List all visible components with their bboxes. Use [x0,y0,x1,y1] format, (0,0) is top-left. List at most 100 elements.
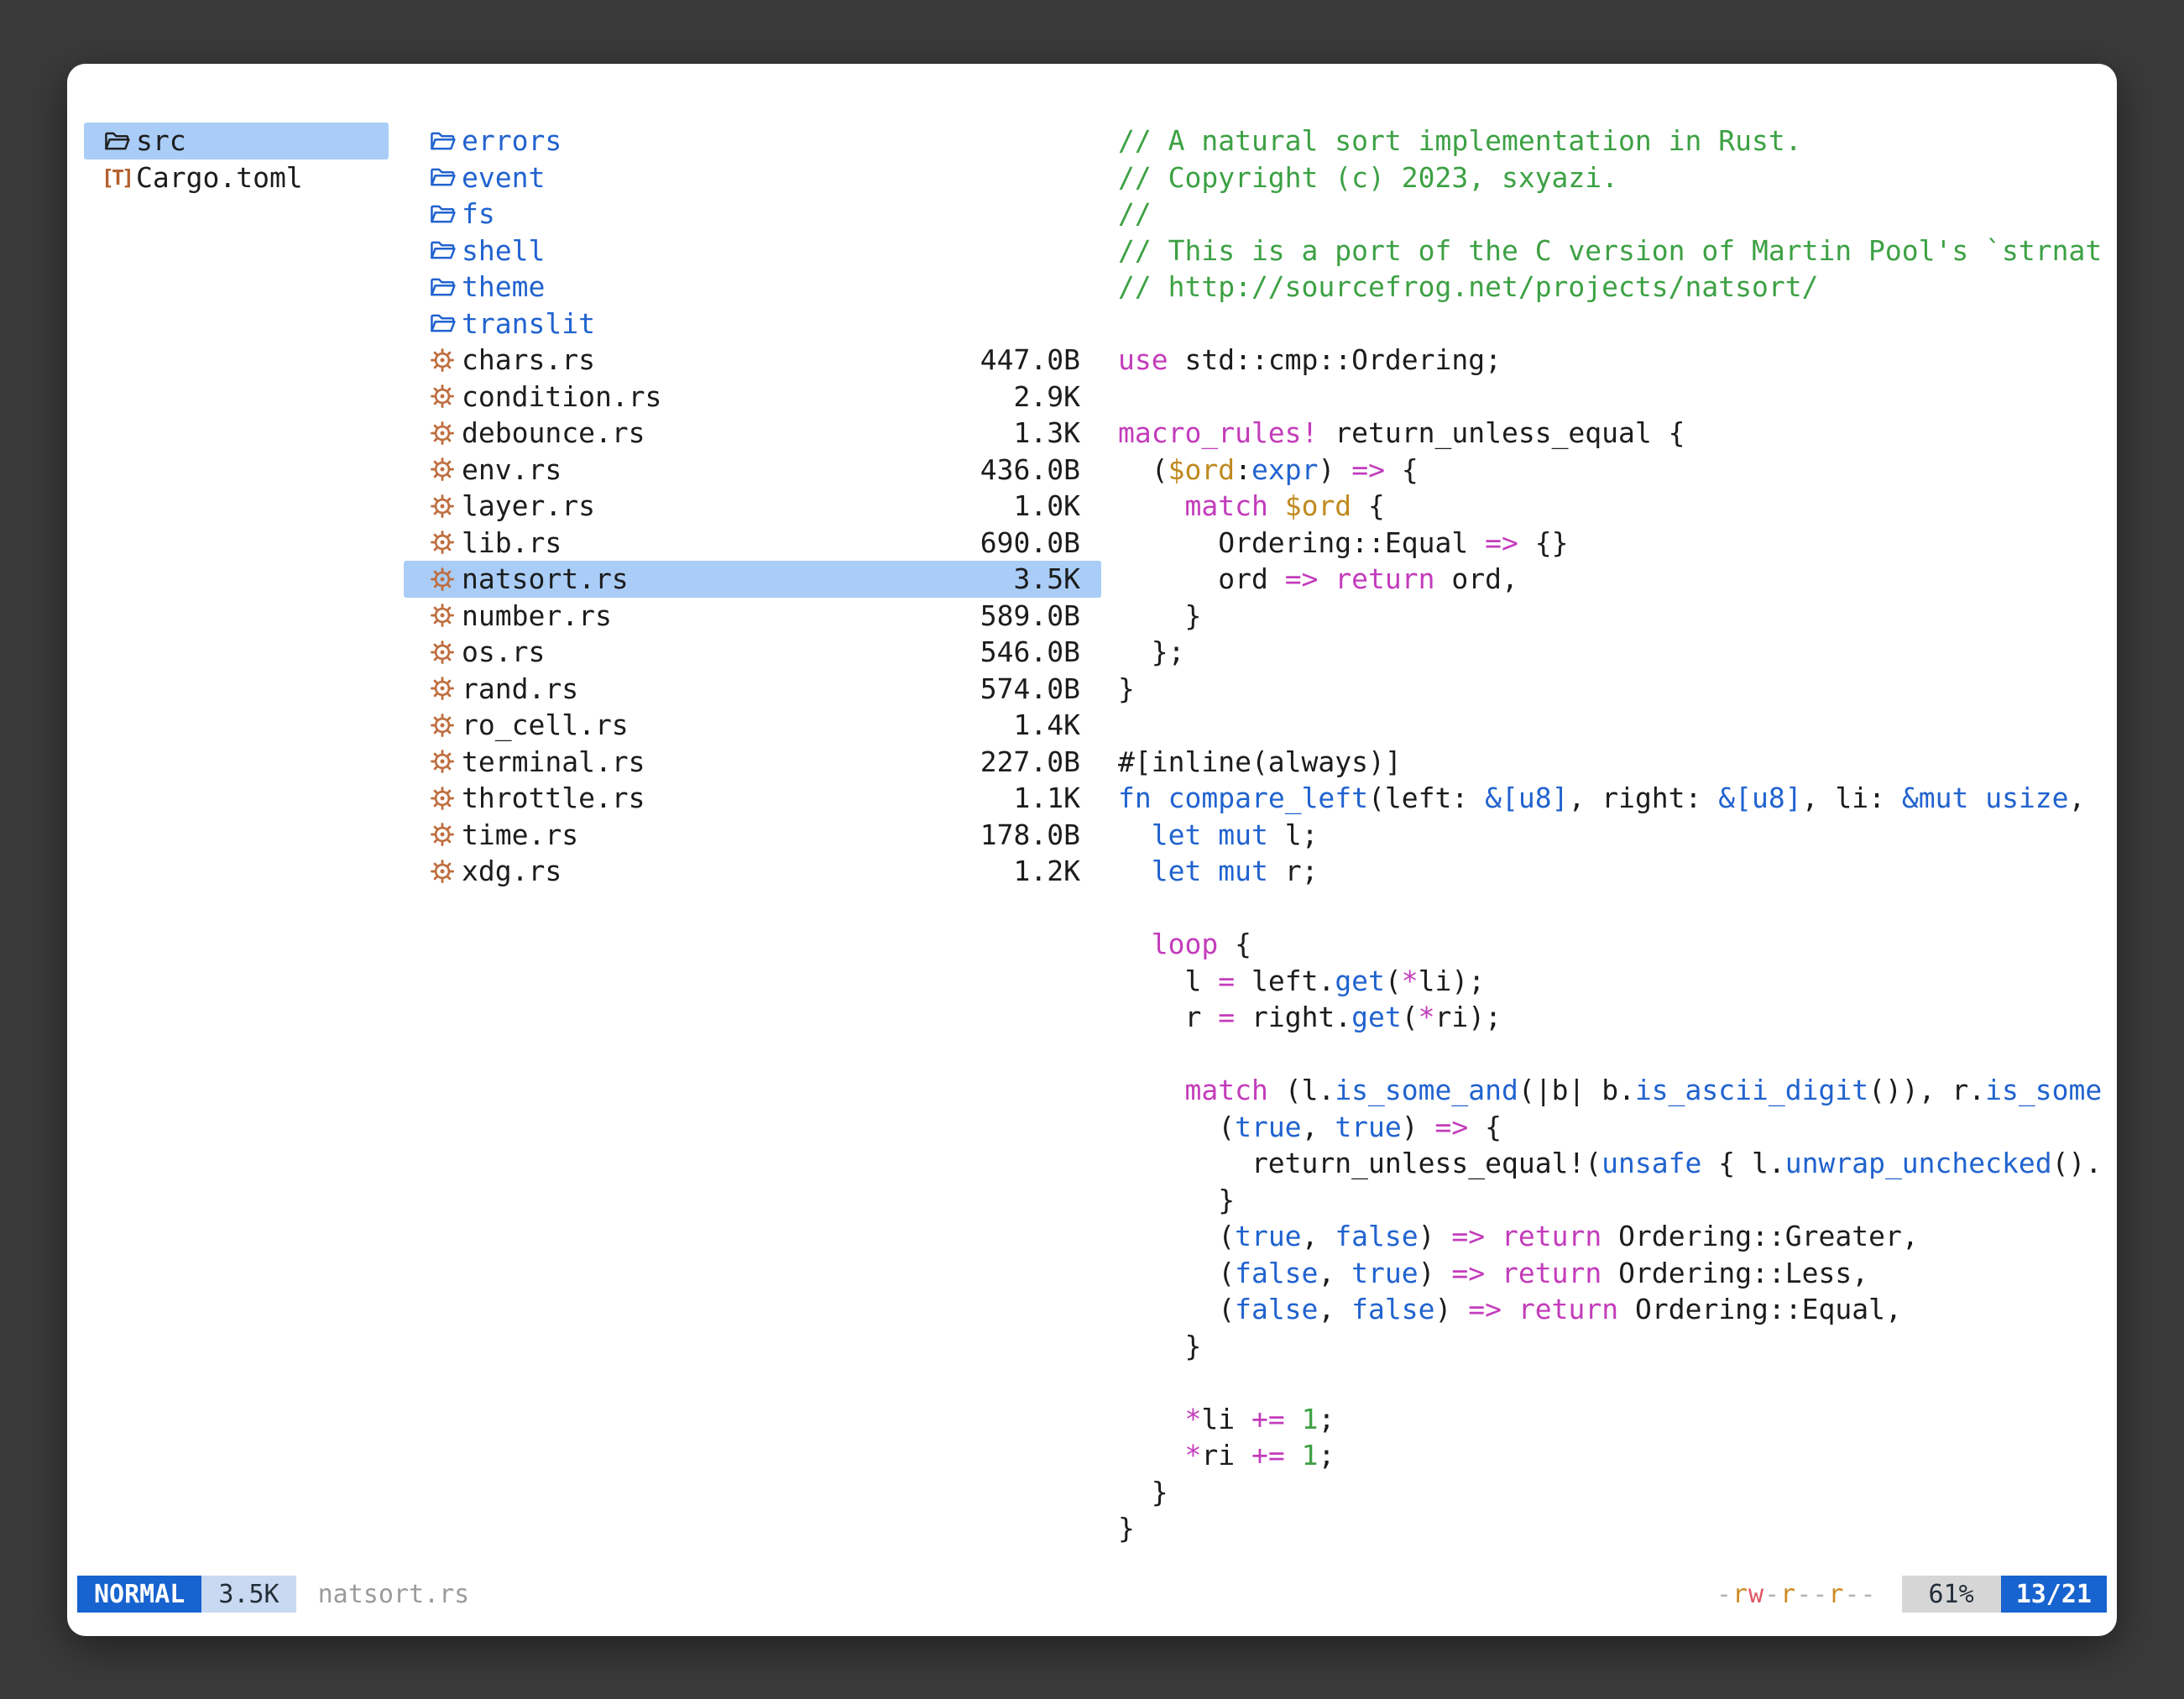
item-size: 546.0B [980,635,1080,668]
code-line: ord => return ord, [1118,561,2110,598]
rust-file-icon [428,673,457,703]
code-line: ($ord:expr) => { [1118,452,2110,489]
item-size: 227.0B [980,745,1080,778]
item-label: src [136,124,380,157]
status-bar: NORMAL 3.5K natsort.rs -rw-r--r-- 61% 13… [77,1576,2107,1613]
dir-row-fs[interactable]: fs [404,196,1101,233]
code-line: let mut r; [1118,853,2110,890]
rust-file-icon [428,710,457,740]
folder-icon [428,235,457,265]
toml-icon: [T] [102,162,131,192]
item-label: env.rs [462,453,970,486]
item-label: layer.rs [462,489,1004,522]
code-line: } [1118,1474,2110,1511]
item-label: errors [462,124,1080,157]
item-label: fs [462,197,1080,230]
rust-file-icon [428,491,457,521]
file-row-number.rs[interactable]: number.rs589.0B [404,598,1101,635]
code-line [1118,379,2110,416]
file-row-env.rs[interactable]: env.rs 436.0B [404,452,1101,489]
code-line: macro_rules! return_unless_equal { [1118,415,2110,452]
folder-icon [428,126,457,156]
scroll-percent: 61% [1902,1576,2001,1613]
dir-row-errors[interactable]: errors [404,123,1101,159]
item-label: throttle.rs [462,782,1004,814]
code-line: (true, false) => return Ordering::Greate… [1118,1218,2110,1255]
item-size: 447.0B [980,343,1080,376]
item-label: theme [462,270,1080,303]
rust-file-icon [428,819,457,850]
folder-open-icon [102,126,131,156]
file-row-condition.rs[interactable]: condition.rs 2.9K [404,379,1101,416]
code-line: use std::cmp::Ordering; [1118,342,2110,379]
code-line: match (l.is_some_and(|b| b.is_ascii_digi… [1118,1072,2110,1109]
file-row-layer.rs[interactable]: layer.rs 1.0K [404,488,1101,525]
rust-file-icon [428,527,457,557]
item-size: 2.9K [1014,380,1080,413]
item-label: chars.rs [462,343,970,376]
code-line: *ri += 1; [1118,1437,2110,1474]
code-line: *li += 1; [1118,1401,2110,1438]
item-size: 1.1K [1014,782,1080,814]
rust-file-icon [428,418,457,448]
item-label: lib.rs [462,526,970,559]
file-row-Cargo.toml[interactable]: [T]Cargo.toml [84,159,389,196]
item-label: xdg.rs [462,855,1004,887]
file-row-debounce.rs[interactable]: debounce.rs 1.3K [404,415,1101,452]
file-row-os.rs[interactable]: os.rs546.0B [404,634,1101,671]
dir-row-translit[interactable]: translit [404,306,1101,342]
code-line: } [1118,1182,2110,1219]
item-label: terminal.rs [462,745,970,778]
code-line: fn compare_left(left: &[u8], right: &[u8… [1118,780,2110,817]
code-line: loop { [1118,926,2110,963]
item-label: time.rs [462,818,970,851]
item-label: condition.rs [462,380,1004,413]
item-label: debounce.rs [462,416,1004,449]
code-line: } [1118,671,2110,708]
item-size: 1.0K [1014,489,1080,522]
file-size-indicator: 3.5K [201,1576,295,1613]
rust-file-icon [428,564,457,594]
code-line [1118,707,2110,744]
code-line: // http://sourcefrog.net/projects/natsor… [1118,269,2110,306]
permissions-text: -rw-r--r-- [1716,1580,1877,1609]
file-row-lib.rs[interactable]: lib.rs690.0B [404,525,1101,562]
preview-pane[interactable]: // A natural sort implementation in Rust… [1118,123,2110,1544]
dir-row-event[interactable]: event [404,159,1101,196]
file-row-throttle.rs[interactable]: throttle.rs 1.1K [404,780,1101,817]
code-line: // Copyright (c) 2023, sxyazi. [1118,159,2110,196]
code-line: // This is a port of the C version of Ma… [1118,233,2110,269]
cursor-position: 13/21 [2001,1576,2107,1613]
dir-row-shell[interactable]: shell [404,233,1101,269]
file-row-time.rs[interactable]: time.rs 178.0B [404,817,1101,854]
rust-file-icon [428,746,457,776]
file-row-rand.rs[interactable]: rand.rs574.0B [404,671,1101,708]
file-row-chars.rs[interactable]: chars.rs 447.0B [404,342,1101,379]
code-line: #[inline(always)] [1118,744,2110,781]
item-label: translit [462,307,1080,340]
item-size: 178.0B [980,818,1080,851]
status-right-group: -rw-r--r-- 61% 13/21 [1716,1576,2107,1613]
mode-indicator: NORMAL [77,1576,201,1613]
folder-icon [428,272,457,302]
file-row-xdg.rs[interactable]: xdg.rs 1.2K [404,853,1101,890]
folder-icon [428,162,457,192]
folder-icon [428,199,457,229]
code-line: }; [1118,634,2110,671]
item-label: event [462,161,1080,194]
item-label: Cargo.toml [136,161,380,194]
item-label: rand.rs [462,672,970,705]
item-label: ro_cell.rs [462,708,1004,741]
file-row-natsort.rs[interactable]: natsort.rs3.5K [404,561,1101,598]
item-size: 436.0B [980,453,1080,486]
file-row-ro_cell.rs[interactable]: ro_cell.rs1.4K [404,707,1101,744]
dir-row-src[interactable]: src [84,123,389,159]
status-filename: natsort.rs [318,1580,470,1609]
dir-row-theme[interactable]: theme [404,269,1101,306]
file-row-terminal.rs[interactable]: terminal.rs 227.0B [404,744,1101,781]
rust-file-icon [428,856,457,886]
item-size: 1.2K [1014,855,1080,887]
code-line: return_unless_equal!(unsafe { l.unwrap_u… [1118,1145,2110,1182]
item-size: 1.3K [1014,416,1080,449]
code-line: // A natural sort implementation in Rust… [1118,123,2110,159]
